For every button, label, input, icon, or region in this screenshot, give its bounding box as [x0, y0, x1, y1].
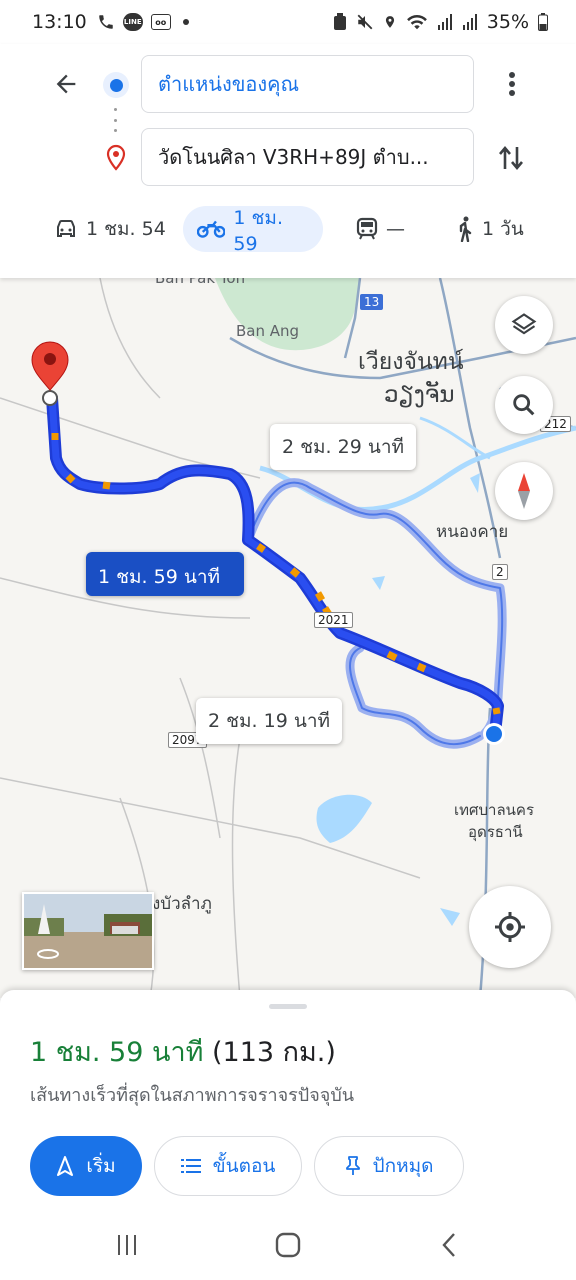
car-icon	[57, 220, 75, 237]
back-button[interactable]	[48, 66, 84, 102]
map-label-nong-khai: หนองคาย	[436, 522, 509, 542]
map-label-udon-1: เทศบาลนคร	[454, 801, 535, 819]
alt-route-bubble-2[interactable]: 2 ชม. 19 นาที	[196, 698, 343, 744]
my-location-icon	[495, 912, 525, 942]
recent-apps-icon	[118, 1235, 136, 1255]
walk-icon	[459, 216, 472, 242]
system-nav-bar	[0, 1214, 576, 1280]
route-shield-2: 2	[492, 564, 508, 580]
map-label-ban-pak-ton: Ban Pak Ton	[155, 278, 246, 287]
mode-car[interactable]: 1 ชม. 54	[40, 206, 180, 252]
mode-transit-label: —	[386, 218, 405, 240]
travel-mode-bar: 1 ชม. 54 1 ชม. 59 — 1 วัน	[0, 204, 576, 255]
back-nav-button[interactable]	[430, 1230, 470, 1260]
mode-walk[interactable]: 1 วัน	[440, 206, 538, 252]
street-view-thumbnail[interactable]	[22, 892, 154, 970]
home-icon	[275, 1232, 301, 1258]
pin-button[interactable]: ปักหมุด	[314, 1136, 464, 1196]
search-icon	[513, 394, 535, 416]
map-label-bua-lam-phu: งบัวลำภู	[152, 894, 212, 914]
mode-transit[interactable]: —	[342, 206, 419, 252]
swap-vert-icon	[499, 145, 523, 171]
mode-motorcycle[interactable]: 1 ชม. 59	[183, 206, 323, 255]
battery-percent: 35%	[486, 11, 529, 33]
more-options-button[interactable]	[496, 66, 528, 102]
signal-icon	[462, 14, 477, 30]
location-icon	[385, 16, 394, 28]
home-button[interactable]	[268, 1230, 308, 1260]
search-button[interactable]	[495, 376, 553, 434]
map-label-ban-ang: Ban Ang	[236, 322, 300, 340]
navigation-arrow-icon	[57, 1156, 74, 1176]
compass-button[interactable]	[495, 462, 553, 520]
steps-button[interactable]: ขั้นตอน	[154, 1136, 302, 1196]
call-icon	[99, 15, 113, 29]
destination-pin-icon	[106, 144, 126, 171]
lock-battery-icon	[333, 13, 346, 30]
mute-icon	[357, 14, 373, 30]
destination-field[interactable]: วัดโนนศิลา V3RH+89J ตำบ...	[141, 128, 474, 186]
mode-motorcycle-label: 1 ชม. 59	[233, 207, 283, 255]
wifi-icon	[406, 14, 427, 30]
origin-field[interactable]: ตำแหน่งของคุณ	[141, 55, 474, 113]
map-view[interactable]: Ban Pak Ton Ban Ang เวียงจันทน์ ວຽງຈັນ ห…	[0, 278, 576, 998]
mode-car-label: 1 ชม. 54	[86, 218, 166, 240]
compass-icon	[518, 473, 530, 509]
map-label-udon-2: อุดรธานี	[468, 823, 523, 841]
origin-dot-icon	[103, 72, 129, 98]
map-label-vientiane-thai: เวียงจันทน์	[358, 349, 464, 375]
list-icon	[180, 1159, 201, 1173]
back-arrow-icon	[56, 74, 76, 94]
layers-icon	[511, 313, 537, 335]
mode-walk-label: 1 วัน	[482, 218, 524, 240]
connector-dots	[114, 108, 118, 132]
battery-icon	[538, 13, 548, 31]
route-description: เส้นทางเร็วที่สุดในสภาพการจราจรปัจจุบัน	[30, 1085, 355, 1106]
layers-button[interactable]	[495, 296, 553, 354]
more-vert-icon	[509, 72, 515, 96]
recent-apps-button[interactable]	[107, 1230, 147, 1260]
map-label-vientiane-lao: ວຽງຈັນ	[384, 382, 455, 408]
train-icon	[356, 217, 378, 240]
route-shield-2021: 2021	[314, 612, 353, 628]
start-navigation-button[interactable]: เริ่ม	[30, 1136, 142, 1196]
route-summary: 1 ชม. 59 นาที (113 กม.)	[30, 1030, 336, 1073]
swap-button[interactable]	[494, 138, 528, 178]
route-duration: 1 ชม. 59 นาที	[30, 1037, 204, 1068]
dot-icon	[182, 19, 189, 25]
street-view-photo	[24, 894, 152, 968]
pin-icon	[345, 1156, 360, 1175]
steps-label: ขั้นตอน	[212, 1155, 276, 1177]
main-route-bubble[interactable]: 1 ชม. 59 นาที	[86, 552, 244, 596]
route-distance: (113 กม.)	[212, 1037, 336, 1068]
voicemail-icon: oo	[150, 14, 171, 30]
pin-label: ปักหมุด	[372, 1155, 434, 1177]
route-shield-13: 13	[360, 294, 384, 310]
route-summary-sheet: 1 ชม. 59 นาที (113 กม.) เส้นทางเร็วที่สุ…	[0, 990, 576, 1214]
signal-icon	[437, 14, 452, 30]
start-label: เริ่ม	[86, 1155, 116, 1177]
back-chevron-icon	[442, 1233, 455, 1257]
directions-header: ตำแหน่งของคุณ วัดโนนศิลา V3RH+89J ตำบ...…	[0, 44, 576, 278]
motorcycle-icon	[197, 220, 226, 238]
my-location-button[interactable]	[469, 886, 551, 968]
status-bar: 13:10 LINE oo 35%	[0, 0, 576, 44]
sheet-drag-handle[interactable]	[269, 1004, 307, 1009]
alt-route-bubble-1[interactable]: 2 ชม. 29 นาที	[270, 424, 417, 470]
line-app-icon: LINE	[122, 13, 143, 31]
status-time: 13:10	[32, 11, 87, 33]
